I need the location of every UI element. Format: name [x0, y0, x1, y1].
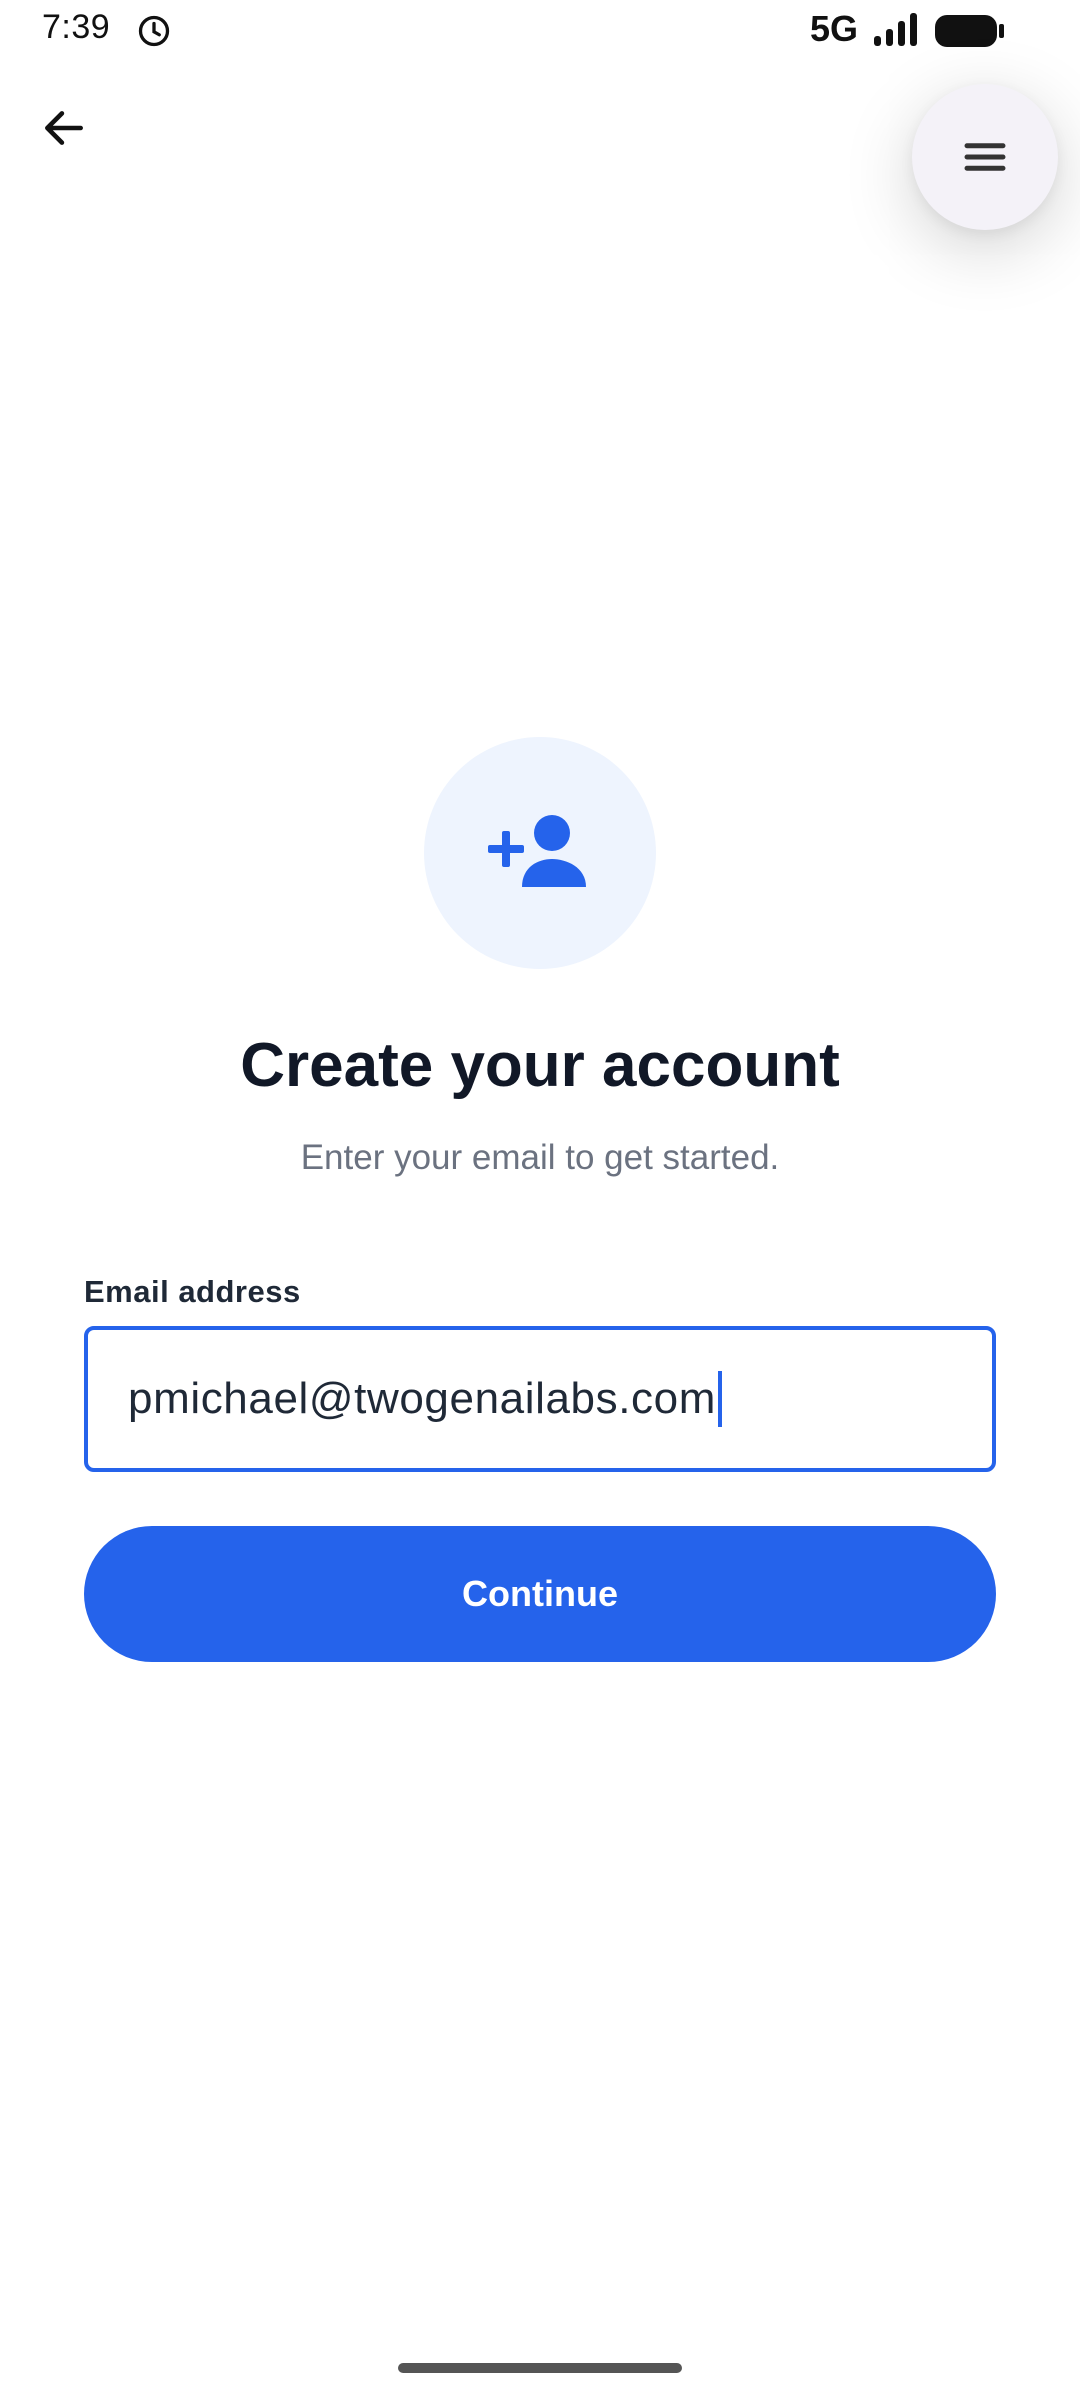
menu-button[interactable] [912, 84, 1058, 230]
home-indicator[interactable] [398, 2363, 682, 2373]
back-button[interactable] [28, 92, 100, 164]
hamburger-menu-icon [964, 143, 1006, 171]
signal-bars-icon [874, 13, 917, 46]
page-subtitle: Enter your email to get started. [300, 1138, 780, 1177]
email-field[interactable]: pmichael@twogenailabs.com [84, 1326, 996, 1472]
continue-button-label: Continue [462, 1573, 618, 1614]
email-field-value[interactable]: pmichael@twogenailabs.com [128, 1374, 716, 1424]
signup-screen: 7:39 5G Create your account Enter your e… [0, 0, 1080, 2400]
person-add-icon [488, 815, 586, 887]
email-field-label: Email address [84, 1274, 301, 1309]
page-title: Create your account [240, 1031, 840, 1100]
status-time: 7:39 [42, 8, 111, 46]
continue-button[interactable]: Continue [84, 1526, 996, 1662]
text-cursor [717, 1371, 722, 1427]
person-add-avatar [424, 737, 656, 969]
alarm-clock-icon [138, 15, 170, 47]
network-type: 5G [810, 8, 859, 49]
status-bar: 7:39 5G [0, 0, 1080, 62]
arrow-left-icon [45, 111, 83, 145]
battery-full-icon [935, 15, 1004, 47]
